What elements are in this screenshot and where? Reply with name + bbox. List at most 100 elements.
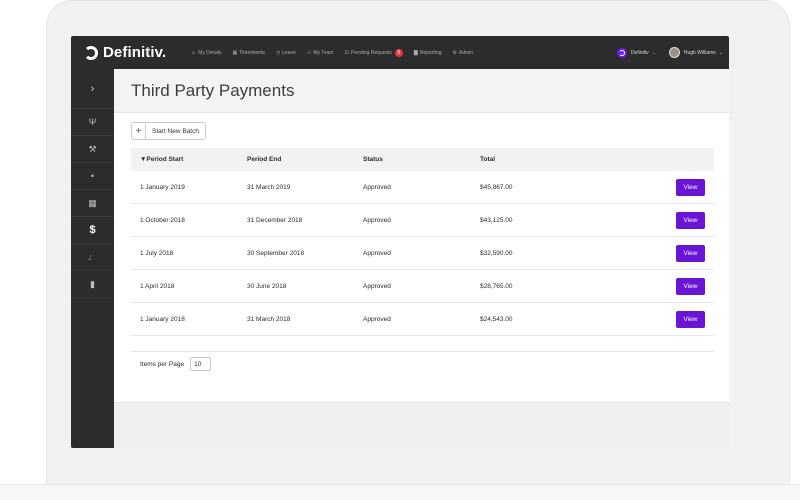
nav-item-admin[interactable]: ⚙ Admin (452, 50, 473, 56)
items-per-page-label: Items per Page (140, 360, 185, 368)
org-switcher[interactable]: Definitiv ⌄ (616, 47, 656, 58)
cell-actions: View (650, 211, 714, 229)
cell-period-end: 31 March 2019 (247, 183, 291, 191)
page-header: Third Party Payments (114, 69, 729, 113)
sidebar-item-announcements[interactable]: ♩ (71, 244, 114, 271)
nav-item-label: Admin (458, 49, 474, 56)
payments-table: ▼Period Start Period End Status Total 1 … (131, 148, 714, 336)
main-content: Third Party Payments + Start New Batch ▼… (114, 69, 729, 448)
cell-period-end: 30 September 2018 (247, 249, 305, 257)
table-row: 1 January 2018 31 March 2018 Approved $2… (131, 303, 714, 336)
cell-period-start: 1 January 2019 (140, 183, 185, 191)
cell-total: $32,590.00 (480, 249, 513, 257)
leave-icon: ◷ (275, 49, 281, 56)
chevron-down-icon: ⌄ (718, 49, 723, 56)
gear-icon: ⚙ (452, 49, 457, 56)
nav-item-label: Reporting (419, 49, 442, 56)
cell-actions: View (650, 244, 714, 262)
column-header-period-end[interactable]: Period End (247, 156, 363, 163)
team-icon: ⚇ (306, 49, 312, 56)
cell-actions: View (650, 178, 714, 196)
check-icon: ☑ (344, 49, 350, 56)
nav-item-pending-requests[interactable]: ☑ Pending Requests 5 (344, 48, 403, 57)
nav-item-my-details[interactable]: ☺ My Details (191, 50, 221, 56)
cell-status: Approved (363, 216, 391, 224)
nav-item-my-team[interactable]: ⚇ My Team (307, 50, 334, 56)
main-nav: ☺ My Details ▦ Timesheets ◷ Leave ⚇ My T… (191, 48, 484, 57)
view-button[interactable]: View (676, 211, 705, 229)
user-menu[interactable]: Hugh Williams ⌄ (668, 47, 723, 58)
expand-arrow-icon: › (90, 82, 95, 95)
sidebar: › Ψ ⚒ • ▦ $ ♩ ▮ (71, 69, 114, 448)
lightbulb-icon: • (90, 171, 95, 181)
cell-total: $43,125.00 (480, 216, 513, 224)
plus-icon: + (132, 123, 146, 139)
cell-status: Approved (363, 249, 391, 257)
pagination-divider (131, 351, 714, 352)
org-logo-icon (616, 47, 627, 58)
cell-period-start: 1 July 2018 (140, 249, 174, 257)
nav-item-reporting[interactable]: ▇ Reporting (414, 50, 442, 56)
cell-total: $45,867.00 (480, 183, 513, 191)
topbar-right: Definitiv ⌄ Hugh Williams ⌄ (616, 36, 729, 69)
nav-item-label: My Team (313, 49, 334, 56)
sidebar-item-calendar[interactable]: ▦ (71, 190, 114, 217)
start-new-batch-label: Start New Batch (152, 127, 199, 135)
brand-mark-icon (84, 45, 98, 60)
sidebar-item-ideas[interactable]: • (71, 163, 114, 190)
items-per-page: Items per Page 10 (140, 357, 212, 371)
cell-period-start: 1 January 2018 (140, 315, 185, 323)
brand-logo[interactable]: Definitiv. (84, 44, 184, 61)
view-button[interactable]: View (676, 310, 705, 328)
cell-status: Approved (363, 282, 391, 290)
nav-item-timesheets[interactable]: ▦ Timesheets (232, 50, 264, 56)
table-row: 1 April 2018 30 June 2018 Approved $28,7… (131, 270, 714, 303)
column-header-status[interactable]: Status (363, 156, 480, 163)
user-icon: ☺ (191, 49, 197, 56)
document-icon: ▮ (90, 278, 95, 289)
cell-total: $28,765.00 (480, 282, 513, 290)
cell-status: Approved (363, 183, 391, 191)
top-nav-bar: Definitiv. ☺ My Details ▦ Timesheets ◷ L… (71, 36, 729, 69)
start-new-batch-button[interactable]: + Start New Batch (131, 122, 206, 140)
user-name: Hugh Williams (683, 49, 716, 56)
nav-item-label: Pending Requests (351, 49, 392, 56)
cell-total: $24,543.00 (480, 315, 513, 323)
table-row: 1 January 2019 31 March 2019 Approved $4… (131, 171, 714, 204)
page-title: Third Party Payments (131, 81, 295, 100)
calendar-icon: ▦ (88, 197, 97, 208)
view-button[interactable]: View (676, 178, 705, 196)
cell-period-end: 30 June 2018 (247, 282, 287, 290)
view-button[interactable]: View (676, 244, 705, 262)
cell-period-start: 1 October 2018 (140, 216, 185, 224)
nav-item-label: Leave (282, 49, 296, 56)
timesheet-icon: ▦ (232, 49, 238, 56)
sidebar-item-workflow[interactable]: Ψ (71, 109, 114, 136)
nav-item-leave[interactable]: ◷ Leave (276, 50, 296, 56)
microphone-icon: ♩ (88, 252, 97, 262)
cell-period-start: 1 April 2018 (140, 282, 175, 290)
page-footer (114, 402, 729, 448)
items-per-page-input[interactable]: 10 (190, 357, 212, 371)
laptop-base (0, 484, 800, 500)
column-header-total[interactable]: Total (480, 156, 650, 163)
cell-period-end: 31 March 2018 (247, 315, 291, 323)
nav-item-label: My Details (198, 49, 222, 56)
view-button[interactable]: View (676, 277, 705, 295)
tools-icon: ⚒ (88, 143, 97, 154)
app-window: Definitiv. ☺ My Details ▦ Timesheets ◷ L… (71, 36, 729, 448)
fork-icon: Ψ (88, 117, 97, 127)
table-row: 1 October 2018 31 December 2018 Approved… (131, 204, 714, 237)
pending-count-badge: 5 (394, 48, 403, 57)
table-row: 1 July 2018 30 September 2018 Approved $… (131, 237, 714, 270)
avatar (668, 47, 680, 58)
chevron-down-icon: ⌄ (651, 49, 656, 56)
brand-name: Definitiv. (103, 44, 167, 61)
sidebar-item-documents[interactable]: ▮ (71, 271, 114, 298)
sidebar-toggle[interactable]: › (71, 69, 114, 109)
sidebar-item-tools[interactable]: ⚒ (71, 136, 114, 163)
column-header-period-start[interactable]: ▼Period Start (131, 156, 247, 163)
sidebar-item-payments[interactable]: $ (71, 217, 114, 244)
table-header: ▼Period Start Period End Status Total (131, 148, 714, 171)
cell-status: Approved (363, 315, 391, 323)
